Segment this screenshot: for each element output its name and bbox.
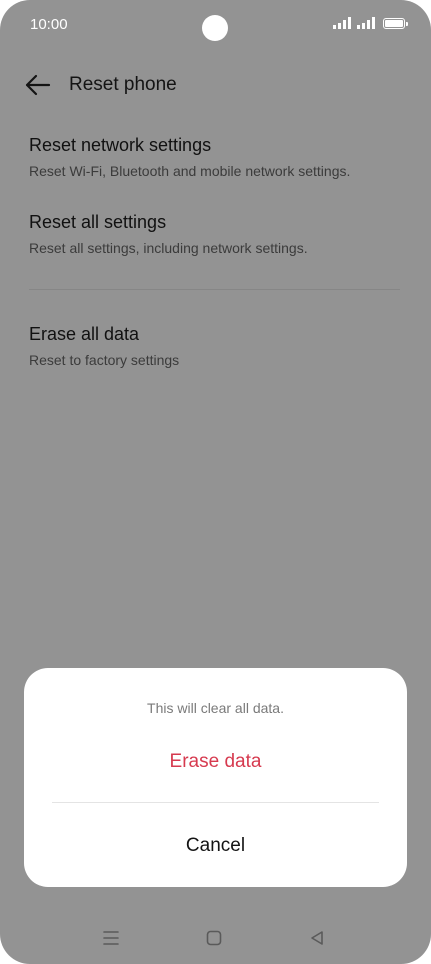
signal-icon-2	[357, 17, 375, 29]
status-icons	[333, 17, 408, 29]
option-reset-all-settings[interactable]: Reset all settings Reset all settings, i…	[29, 211, 402, 257]
menu-icon[interactable]	[99, 926, 123, 950]
option-erase-all-data[interactable]: Erase all data Reset to factory settings	[29, 323, 402, 369]
dialog-divider	[52, 802, 379, 803]
back-triangle-icon[interactable]	[305, 926, 329, 950]
home-icon[interactable]	[202, 926, 226, 950]
status-time: 10:00	[30, 16, 68, 33]
signal-icon	[333, 17, 351, 29]
option-title: Erase all data	[29, 324, 140, 344]
erase-data-button[interactable]: Erase data	[52, 740, 379, 784]
option-title: Reset network settings	[29, 135, 212, 155]
option-subtitle: Reset Wi-Fi, Bluetooth and mobile networ…	[29, 163, 351, 179]
option-subtitle: Reset all settings, including network se…	[29, 240, 308, 256]
page-title: Reset phone	[69, 74, 177, 95]
option-reset-network[interactable]: Reset network settings Reset Wi-Fi, Blue…	[29, 134, 402, 180]
option-subtitle: Reset to factory settings	[29, 352, 180, 368]
dialog-message: This will clear all data.	[147, 700, 284, 716]
battery-icon	[383, 18, 408, 29]
back-arrow-icon[interactable]	[24, 72, 52, 98]
camera-cutout	[202, 15, 228, 41]
phone-screen: 10:00 Reset phone Reset network settings…	[0, 0, 431, 964]
confirm-dialog: This will clear all data. Erase data Can…	[24, 668, 407, 887]
section-divider	[29, 289, 400, 290]
cancel-button[interactable]: Cancel	[52, 824, 379, 868]
option-title: Reset all settings	[29, 212, 167, 232]
